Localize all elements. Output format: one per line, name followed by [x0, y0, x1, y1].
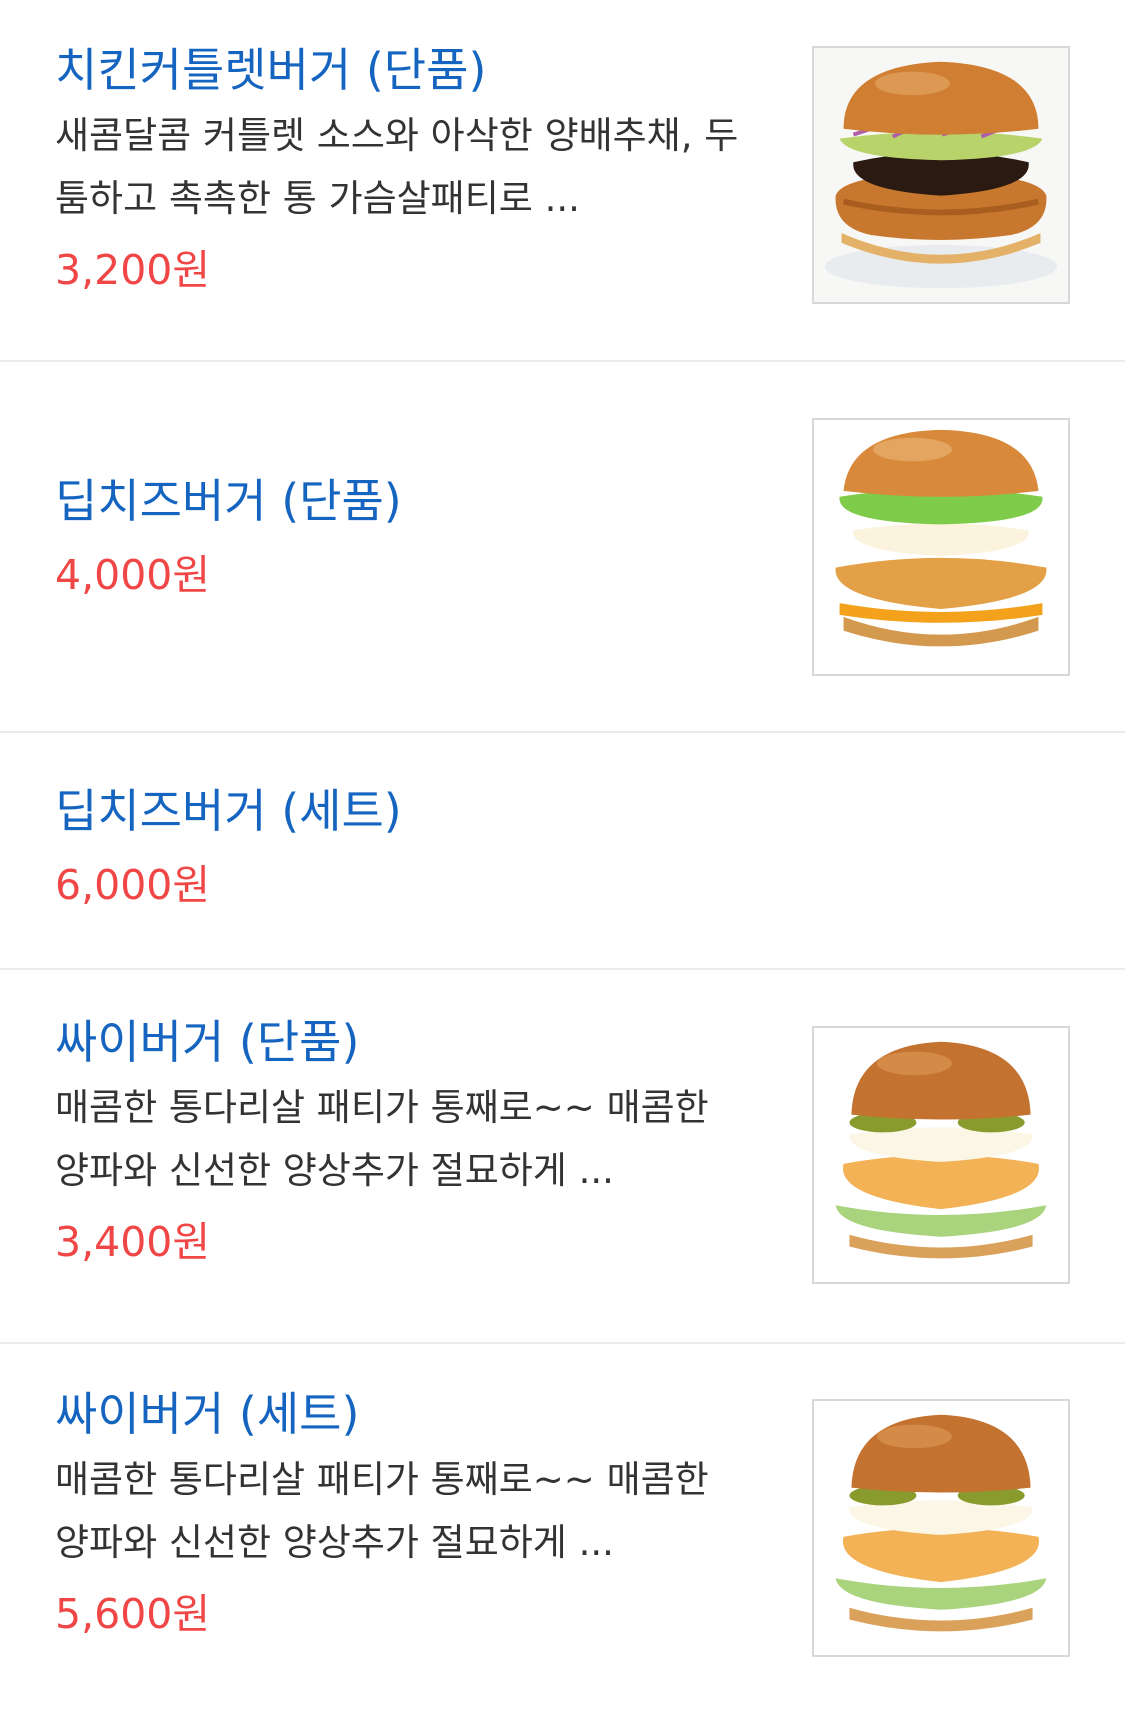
menu-item-text: 싸이버거 (세트) 매콤한 통다리살 패티가 통째로~~ 매콤한 양파와 신선한…: [55, 1380, 745, 1650]
menu-item-text: 싸이버거 (단품) 매콤한 통다리살 패티가 통째로~~ 매콤한 양파와 신선한…: [55, 1008, 745, 1278]
menu-item-image: [812, 1399, 1070, 1657]
menu-item-price: 3,400원: [55, 1218, 211, 1266]
menu-item-price: 6,000원: [55, 861, 211, 909]
menu-item-price: 4,000원: [55, 551, 211, 599]
menu-item-text: 딥치즈버거 (단품) 4,000원: [55, 467, 745, 611]
menu-item-name: 딥치즈버거 (단품): [55, 474, 402, 528]
menu-item-deep-cheese-burger[interactable]: 딥치즈버거 (단품) 4,000원: [0, 362, 1125, 733]
burger-image: [814, 420, 1068, 674]
menu-item-image: [812, 1026, 1070, 1284]
burger-image: [814, 48, 1068, 302]
menu-item-image: [812, 46, 1070, 304]
menu-item-description: 매콤한 통다리살 패티가 통째로~~ 매콤한 양파와 신선한 양상추가 절묘하게…: [55, 1458, 709, 1564]
menu-item-thigh-set[interactable]: 싸이버거 (세트) 매콤한 통다리살 패티가 통째로~~ 매콤한 양파와 신선한…: [0, 1344, 1125, 1715]
menu-item-chicken-cutlet-burger[interactable]: 치킨커틀렛버거 (단품) 새콤달콤 커틀렛 소스와 아삭한 양배추채, 두툼하고…: [0, 0, 1125, 362]
menu-item-name: 싸이버거 (세트): [55, 1387, 360, 1441]
burger-image: [814, 1028, 1068, 1282]
menu-item-price: 5,600원: [55, 1590, 211, 1638]
menu-item-description: 매콤한 통다리살 패티가 통째로~~ 매콤한 양파와 신선한 양상추가 절묘하게…: [55, 1086, 709, 1192]
menu-item-name: 치킨커틀렛버거 (단품): [55, 43, 487, 97]
menu-list: 치킨커틀렛버거 (단품) 새콤달콤 커틀렛 소스와 아삭한 양배추채, 두툼하고…: [0, 0, 1125, 1715]
menu-item-description: 새콤달콤 커틀렛 소스와 아삭한 양배추채, 두툼하고 촉촉한 통 가슴살패티로…: [55, 114, 739, 220]
menu-item-thigh-burger[interactable]: 싸이버거 (단품) 매콤한 통다리살 패티가 통째로~~ 매콤한 양파와 신선한…: [0, 970, 1125, 1344]
burger-image: [814, 1401, 1068, 1655]
menu-item-name: 딥치즈버거 (세트): [55, 784, 402, 838]
menu-item-text: 딥치즈버거 (세트) 6,000원: [55, 777, 745, 921]
menu-item-deep-cheese-set[interactable]: 딥치즈버거 (세트) 6,000원: [0, 733, 1125, 970]
menu-item-image: [812, 418, 1070, 676]
menu-item-name: 싸이버거 (단품): [55, 1015, 360, 1069]
menu-item-text: 치킨커틀렛버거 (단품) 새콤달콤 커틀렛 소스와 아삭한 양배추채, 두툼하고…: [55, 36, 745, 306]
menu-item-price: 3,200원: [55, 246, 211, 294]
